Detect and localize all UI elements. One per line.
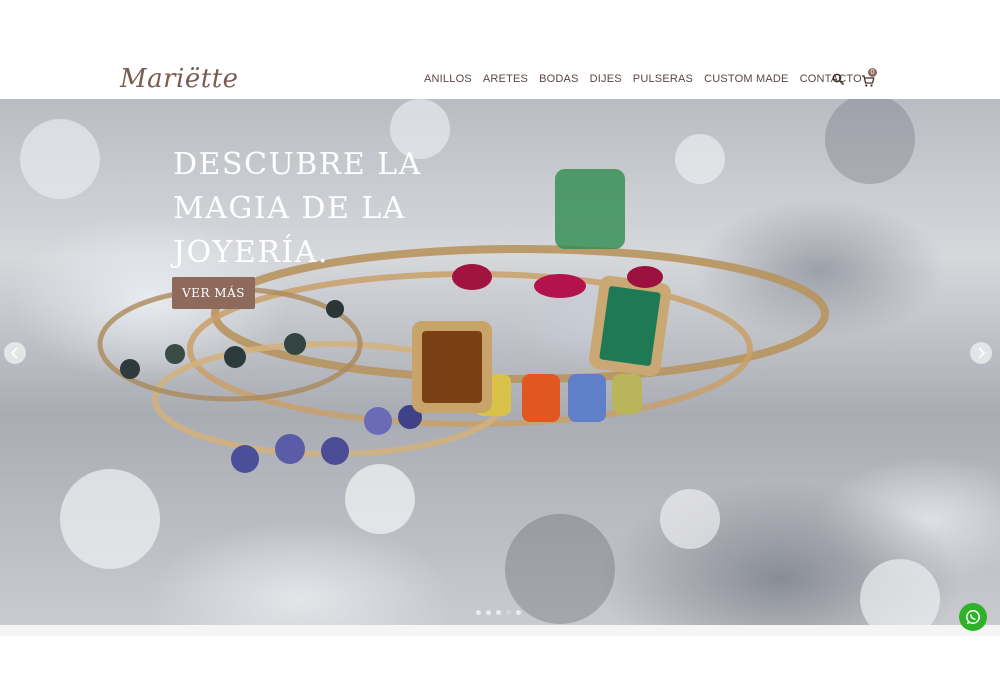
section-divider [0, 625, 1000, 636]
top-spacer [0, 0, 1000, 62]
nav-item-custom-made[interactable]: CUSTOM MADE [704, 73, 789, 85]
hero-title-line: DESCUBRE LA [173, 147, 422, 182]
nav-item-aretes[interactable]: ARETES [483, 73, 528, 85]
hero-slider: DESCUBRE LA MAGIA DE LA JOYERÍA. VER MÁS [0, 99, 1000, 625]
slider-next-button[interactable] [970, 342, 992, 364]
whatsapp-button[interactable] [959, 603, 987, 631]
slider-dot-active[interactable] [506, 610, 511, 615]
nav-item-anillos[interactable]: ANILLOS [424, 73, 472, 85]
chevron-right-icon [978, 347, 986, 359]
slider-dot[interactable] [476, 610, 481, 615]
whatsapp-icon [966, 610, 980, 625]
nav-item-pulseras[interactable]: PULSERAS [633, 73, 693, 85]
site-header: Mariëtte ANILLOS ARETES BODAS DIJES PULS… [0, 62, 1000, 100]
slider-dots [476, 610, 521, 615]
slider-prev-button[interactable] [4, 342, 26, 364]
slider-dot[interactable] [516, 610, 521, 615]
hero-title: DESCUBRE LA MAGIA DE LA JOYERÍA. [173, 143, 493, 275]
nav-item-contacto[interactable]: CONTACTO [800, 73, 862, 85]
slider-dot[interactable] [486, 610, 491, 615]
search-icon[interactable] [832, 73, 844, 85]
cart-button[interactable]: 0 [860, 68, 880, 88]
hero-title-line: JOYERÍA. [173, 235, 329, 270]
cart-count-badge: 0 [868, 68, 877, 77]
nav-item-bodas[interactable]: BODAS [539, 73, 579, 85]
ver-mas-button[interactable]: VER MÁS [172, 277, 255, 309]
brand-logo[interactable]: Mariëtte [120, 64, 239, 94]
slider-dot[interactable] [496, 610, 501, 615]
main-nav: ANILLOS ARETES BODAS DIJES PULSERAS CUST… [424, 73, 873, 85]
nav-item-dijes[interactable]: DIJES [590, 73, 622, 85]
hero-image-rings [20, 99, 940, 625]
chevron-left-icon [10, 347, 18, 359]
hero-title-line: MAGIA DE LA [173, 191, 406, 226]
